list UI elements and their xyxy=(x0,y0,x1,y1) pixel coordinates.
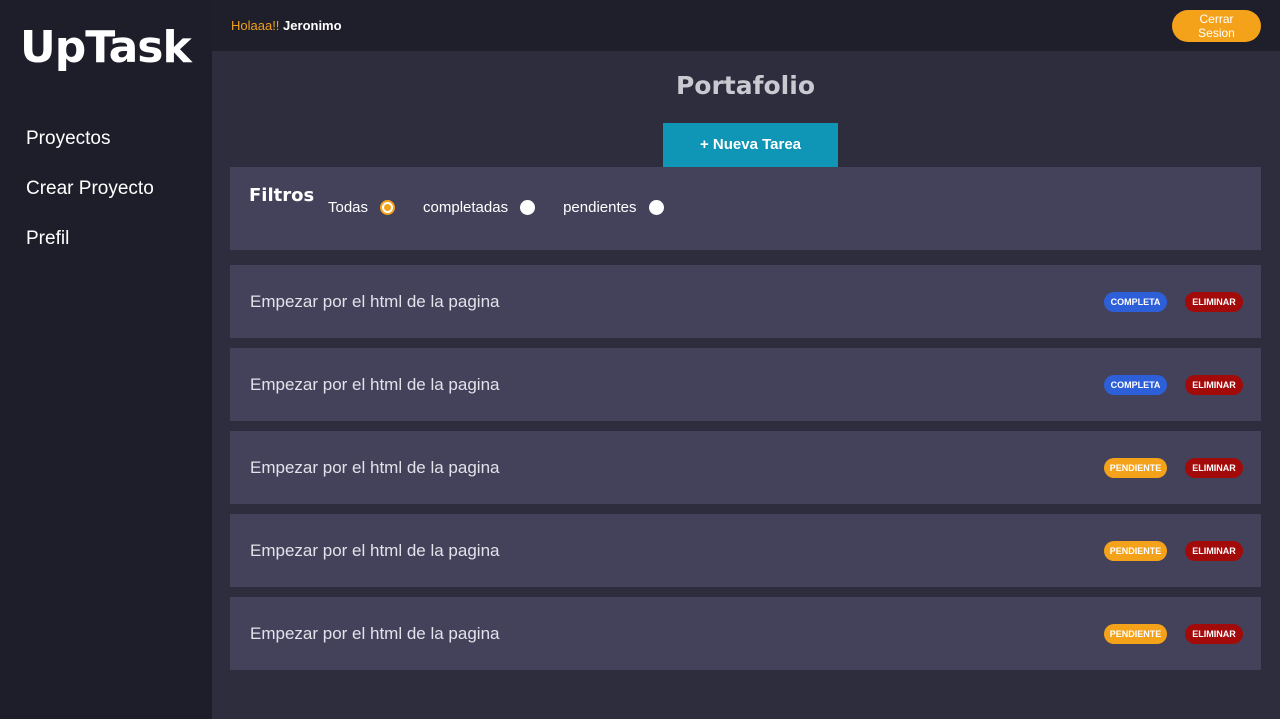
app: UpTask Proyectos Crear Proyecto Prefil H… xyxy=(0,0,1280,719)
filter-radio-completadas[interactable] xyxy=(520,200,536,215)
main-area: Holaaa!! Jeronimo Cerrar Sesion Portafol… xyxy=(212,0,1280,719)
task-row: Empezar por el html de la pagina PENDIEN… xyxy=(230,431,1261,504)
page-title: Portafolio xyxy=(675,71,815,100)
task-list: Empezar por el html de la pagina COMPLET… xyxy=(230,265,1261,670)
filter-label-pendientes: pendientes xyxy=(563,199,637,216)
sidebar-item-perfil[interactable]: Prefil xyxy=(0,214,212,264)
task-delete-button[interactable]: ELIMINAR xyxy=(1185,540,1243,561)
task-row: Empezar por el html de la pagina COMPLET… xyxy=(230,348,1261,421)
task-name: Empezar por el html de la pagina xyxy=(250,457,500,477)
sidebar: UpTask Proyectos Crear Proyecto Prefil xyxy=(0,0,212,719)
greeting-text: Holaaa!! xyxy=(231,18,280,33)
task-name: Empezar por el html de la pagina xyxy=(250,540,500,560)
filter-radio-todas[interactable] xyxy=(380,200,396,215)
task-actions: COMPLETA ELIMINAR xyxy=(1104,374,1243,395)
user-name: Jeronimo xyxy=(283,18,342,33)
task-delete-button[interactable]: ELIMINAR xyxy=(1185,291,1243,312)
filter-label-completadas: completadas xyxy=(423,199,509,216)
task-actions: PENDIENTE ELIMINAR xyxy=(1104,623,1243,644)
filter-options: Todas completadas pendientes xyxy=(328,199,692,216)
sidebar-nav: Proyectos Crear Proyecto Prefil xyxy=(0,114,212,264)
task-status-button[interactable]: COMPLETA xyxy=(1104,291,1167,312)
task-status-button[interactable]: PENDIENTE xyxy=(1104,623,1167,644)
project-content: Portafolio + Nueva Tarea Filtros Todas c… xyxy=(212,51,1280,680)
task-row: Empezar por el html de la pagina COMPLET… xyxy=(230,265,1261,338)
task-actions: COMPLETA ELIMINAR xyxy=(1104,291,1243,312)
task-status-button[interactable]: COMPLETA xyxy=(1104,374,1167,395)
filters-panel: Filtros Todas completadas pendientes xyxy=(230,167,1261,250)
greeting: Holaaa!! Jeronimo xyxy=(231,18,342,33)
task-name: Empezar por el html de la pagina xyxy=(250,623,500,643)
task-status-button[interactable]: PENDIENTE xyxy=(1104,540,1167,561)
sidebar-item-proyectos[interactable]: Proyectos xyxy=(0,114,212,164)
task-actions: PENDIENTE ELIMINAR xyxy=(1104,457,1243,478)
task-name: Empezar por el html de la pagina xyxy=(250,374,500,394)
task-row: Empezar por el html de la pagina PENDIEN… xyxy=(230,597,1261,670)
new-task-button[interactable]: + Nueva Tarea xyxy=(663,123,838,167)
task-actions: PENDIENTE ELIMINAR xyxy=(1104,540,1243,561)
task-delete-button[interactable]: ELIMINAR xyxy=(1185,374,1243,395)
logout-button[interactable]: Cerrar Sesion xyxy=(1172,9,1261,42)
task-name: Empezar por el html de la pagina xyxy=(250,291,500,311)
new-task-container: + Nueva Tarea xyxy=(230,123,1261,167)
sidebar-item-crear-proyecto[interactable]: Crear Proyecto xyxy=(0,164,212,214)
filter-label-todas: Todas xyxy=(328,199,369,216)
task-delete-button[interactable]: ELIMINAR xyxy=(1185,457,1243,478)
task-status-button[interactable]: PENDIENTE xyxy=(1104,457,1167,478)
task-row: Empezar por el html de la pagina PENDIEN… xyxy=(230,514,1261,587)
filter-radio-pendientes[interactable] xyxy=(648,200,664,215)
topbar: Holaaa!! Jeronimo Cerrar Sesion xyxy=(212,0,1280,51)
filters-title: Filtros xyxy=(249,185,315,206)
app-logo: UpTask xyxy=(20,22,192,73)
task-delete-button[interactable]: ELIMINAR xyxy=(1185,623,1243,644)
